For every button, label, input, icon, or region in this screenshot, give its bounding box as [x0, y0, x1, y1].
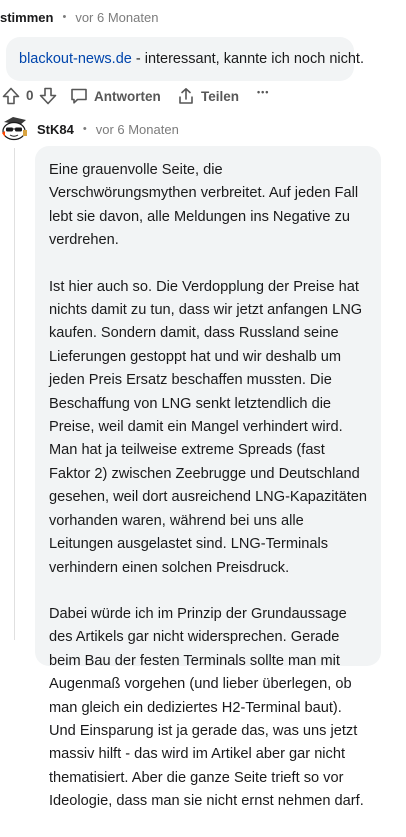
- share-button[interactable]: Teilen: [177, 87, 239, 105]
- comment-timestamp[interactable]: vor 6 Monaten: [75, 10, 158, 25]
- vote-score: 0: [26, 88, 34, 103]
- separator-dot: •: [62, 11, 67, 23]
- reply-label: Antworten: [94, 88, 161, 104]
- comment-bubble: blackout-news.de - interessant, kannte i…: [6, 37, 364, 81]
- share-icon: [177, 87, 195, 105]
- comment-body: Eine grauenvolle Seite, die Verschwörung…: [49, 159, 367, 837]
- comment-bubble: Eine grauenvolle Seite, die Verschwörung…: [35, 146, 381, 809]
- comment-body: blackout-news.de - interessant, kannte i…: [19, 49, 364, 69]
- action-bar: 0 Antworten Teilen •••: [0, 84, 406, 108]
- comment-author[interactable]: StK84: [37, 122, 74, 137]
- more-options-icon[interactable]: •••: [257, 87, 269, 97]
- thread-line[interactable]: [14, 148, 15, 640]
- share-label: Teilen: [201, 88, 240, 104]
- reply-icon: [70, 87, 88, 105]
- comment-header: StK84 • vor 6 Monaten: [37, 119, 179, 139]
- comment-paragraph: Eine grauenvolle Seite, die Verschwörung…: [49, 162, 359, 249]
- snoo-avatar-icon: [2, 117, 27, 141]
- downvote-icon[interactable]: [39, 87, 57, 105]
- comment-author[interactable]: stimmen: [0, 10, 53, 25]
- upvote-icon[interactable]: [2, 87, 20, 105]
- separator-dot: •: [82, 123, 87, 135]
- avatar[interactable]: [0, 114, 30, 144]
- reply-button[interactable]: Antworten: [70, 87, 161, 105]
- comment-paragraph: Ist hier auch so. Die Verdopplung der Pr…: [49, 278, 368, 576]
- comment-text: - interessant, kannte ich noch nicht.: [131, 51, 364, 67]
- comment-header: stimmen • vor 6 Monaten: [0, 7, 158, 27]
- comment-link[interactable]: blackout-news.de: [19, 51, 132, 67]
- comment-timestamp[interactable]: vor 6 Monaten: [96, 122, 179, 137]
- comment-paragraph: Dabei würde ich im Prinzip der Grundauss…: [49, 605, 364, 810]
